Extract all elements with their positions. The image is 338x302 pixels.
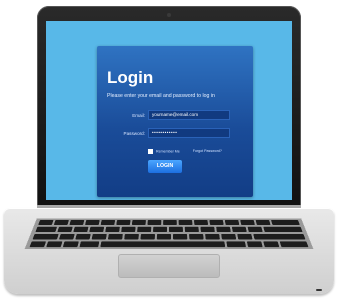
key-row (29, 241, 309, 248)
key (84, 219, 100, 226)
forgot-password-link[interactable]: Forgot Password? (193, 149, 222, 153)
login-subtitle: Please enter your email and password to … (107, 93, 215, 99)
key (209, 219, 224, 226)
key (35, 226, 58, 233)
key (216, 226, 231, 233)
key (221, 233, 237, 240)
key (279, 241, 309, 248)
key (156, 233, 172, 240)
key (116, 219, 131, 226)
login-button[interactable]: LOGIN (148, 160, 182, 173)
keyboard (24, 218, 314, 250)
key (153, 226, 168, 233)
laptop: Login Please enter your email and passwo… (0, 0, 338, 302)
key (247, 226, 263, 233)
key (224, 219, 240, 226)
key (189, 233, 204, 240)
key-row (38, 219, 300, 226)
key (253, 233, 306, 240)
key (246, 241, 263, 248)
key (58, 233, 75, 240)
email-field[interactable]: yourname@email.com (148, 110, 230, 120)
key (46, 241, 63, 248)
key (194, 219, 209, 226)
key (178, 219, 193, 226)
remember-checkbox[interactable] (148, 149, 153, 154)
key (100, 219, 116, 226)
key (69, 219, 85, 226)
camera-icon (167, 13, 171, 17)
key (140, 233, 155, 240)
login-panel: Login Please enter your email and passwo… (97, 46, 253, 197)
key (231, 226, 247, 233)
login-title: Login (107, 68, 154, 87)
key (184, 226, 199, 233)
key (169, 226, 183, 233)
password-label: Password: (123, 131, 145, 136)
key (38, 219, 54, 226)
key (173, 233, 188, 240)
remember-label: Remember Me (156, 149, 180, 154)
key (53, 219, 69, 226)
key (62, 241, 79, 248)
power-indicator (316, 289, 322, 291)
password-field[interactable]: •••••••••••• (148, 128, 230, 138)
key (124, 233, 139, 240)
key (205, 233, 220, 240)
key-row (35, 226, 303, 233)
key (91, 233, 107, 240)
key-row (32, 233, 306, 240)
trackpad (118, 254, 220, 278)
key (237, 233, 253, 240)
space-bar (100, 241, 226, 248)
key (121, 226, 136, 233)
key (263, 226, 303, 233)
key (131, 219, 146, 226)
key (105, 226, 120, 233)
remember-row: Remember Me Forgot Password? (148, 149, 222, 154)
key (226, 241, 247, 248)
email-label: Email: (132, 113, 145, 118)
key (89, 226, 105, 233)
key (147, 219, 162, 226)
key (73, 226, 89, 233)
key (200, 226, 215, 233)
key (57, 226, 73, 233)
key (255, 219, 271, 226)
key (163, 219, 177, 226)
key (270, 219, 300, 226)
key (263, 241, 280, 248)
key (79, 241, 100, 248)
key (29, 241, 47, 248)
laptop-screen: Login Please enter your email and passwo… (46, 21, 292, 200)
laptop-lid: Login Please enter your email and passwo… (37, 6, 301, 208)
key (137, 226, 152, 233)
key (75, 233, 91, 240)
key (240, 219, 255, 226)
key (107, 233, 123, 240)
key (32, 233, 59, 240)
